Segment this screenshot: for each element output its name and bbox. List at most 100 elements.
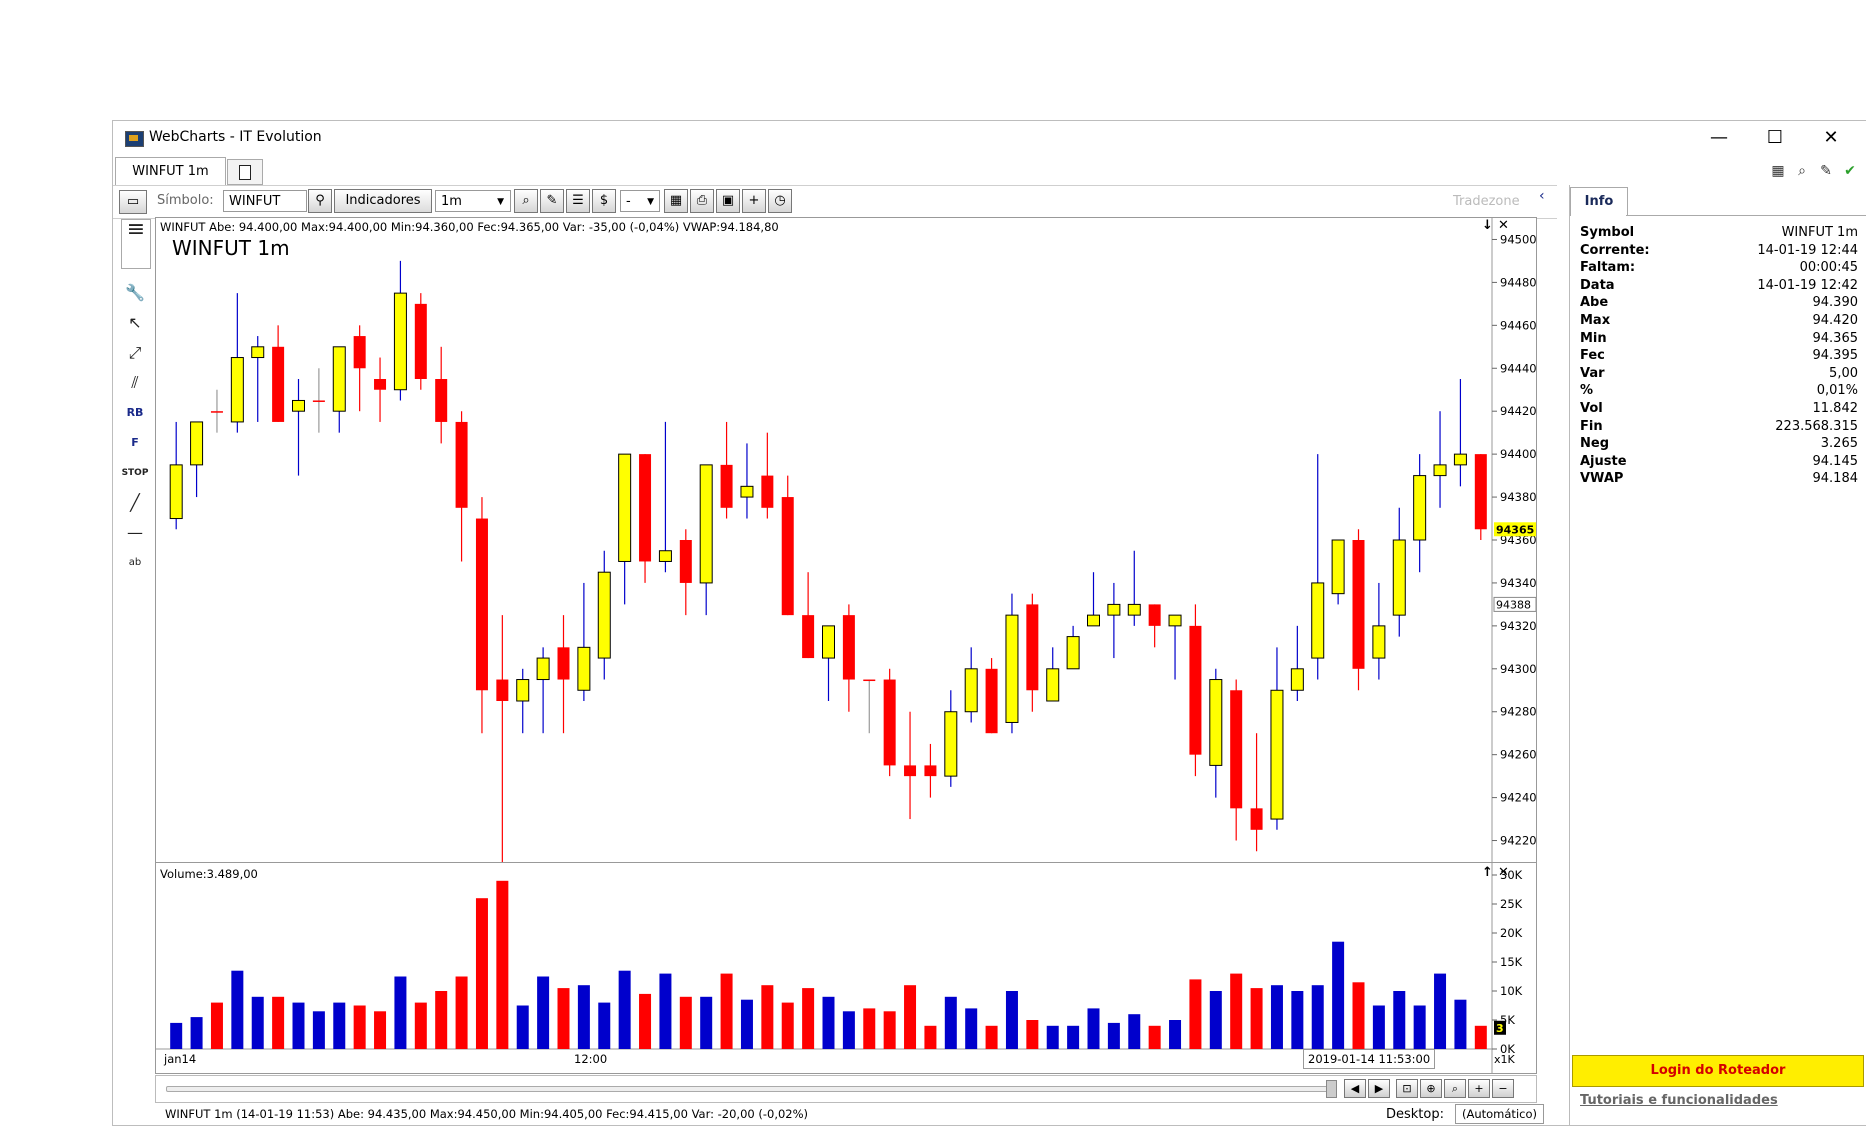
candle-body (924, 765, 937, 777)
horizontal-line-icon[interactable]: — (121, 521, 149, 545)
volume-bar (1454, 999, 1467, 1049)
binoculars-icon[interactable]: ⚲ (308, 189, 332, 213)
zoom-reset-icon[interactable]: ⊡ (1396, 1079, 1418, 1098)
close-button[interactable]: ✕ (1803, 123, 1859, 153)
indicators-button[interactable]: Indicadores (334, 189, 432, 213)
candle-body (496, 679, 509, 701)
candle-body (1433, 464, 1447, 477)
candle-body (455, 421, 468, 508)
y-tick-label: 94380 (1500, 490, 1536, 504)
line-tool-icon[interactable]: ╱ (121, 491, 149, 515)
zoom-in-icon[interactable]: + (1468, 1079, 1490, 1098)
volume-bar (374, 1011, 387, 1049)
candle-body (699, 464, 713, 584)
volume-bar-chart: 0K5K10K15K20K25K30Kjan14 12:00 x1K3 (156, 863, 1523, 1073)
login-button[interactable]: Login do Roteador (1572, 1055, 1864, 1087)
dash-select[interactable]: - ▼ (620, 190, 660, 212)
volume-chart-panel[interactable]: Volume:3.489,00 ↑ ✕ 0K 5K 10K 15K 20K 25K 30K j… (155, 863, 1537, 1074)
time-scrollbar[interactable]: ◀ ▶ ⊡ ⊕ ⌕ + − (155, 1075, 1537, 1103)
maximize-button[interactable]: ☐ (1747, 123, 1803, 153)
info-key: % (1580, 383, 1594, 399)
volume-bar (292, 1002, 305, 1049)
text-tool-icon[interactable]: ab (121, 551, 149, 575)
volume-bar (842, 1011, 855, 1049)
tab-winfut-1m[interactable]: WINFUT 1m (115, 157, 226, 186)
volume-bar (1067, 1025, 1080, 1049)
zoom-fit-icon[interactable]: ⊕ (1420, 1079, 1442, 1098)
y-tick-label: 30K (1500, 868, 1523, 882)
grid-layout-icon[interactable]: ▦ (664, 189, 688, 213)
price-chart-panel[interactable]: WINFUT Abe: 94.400,00 Max:94.400,00 Min:… (155, 217, 1537, 863)
search-chart-icon[interactable]: ⌕ (514, 189, 538, 213)
candle-body (1127, 603, 1141, 616)
volume-bar (353, 1005, 366, 1049)
app-window: WebCharts - IT Evolution — ☐ ✕ WINFUT 1m… (112, 120, 1866, 1126)
crosshair-icon[interactable]: + (742, 189, 766, 213)
volume-bar (659, 973, 672, 1049)
info-row: Fin 223.568.315 (1580, 419, 1858, 436)
info-row: Abe 94.390 (1580, 295, 1858, 312)
info-value: 3.265 (1820, 436, 1858, 452)
info-row: Max 94.420 (1580, 313, 1858, 330)
y-tick-label: 94320 (1500, 619, 1536, 633)
zoom-out-icon[interactable]: − (1492, 1079, 1514, 1098)
info-value: 94.145 (1812, 453, 1859, 469)
info-value: 00:00:45 (1799, 260, 1858, 276)
minimize-button[interactable]: — (1691, 123, 1747, 153)
candle-body (230, 357, 244, 423)
symbol-input[interactable]: WINFUT (223, 190, 307, 212)
info-value: 14-01-19 12:44 (1757, 242, 1858, 258)
volume-bar (618, 970, 631, 1049)
money-icon[interactable]: $ (592, 189, 616, 213)
y-tick-label: 94440 (1500, 361, 1536, 375)
layout-icon[interactable]: ▦ (1769, 163, 1787, 179)
interval-value: 1m (441, 194, 462, 209)
collapse-arrow-icon[interactable]: ‹ (1539, 188, 1545, 204)
candle-body (1148, 604, 1161, 626)
scroll-thumb[interactable] (1326, 1080, 1337, 1098)
tradezone-label[interactable]: Tradezone (1453, 194, 1520, 209)
zoom-page-icon[interactable]: ⌕ (1793, 163, 1811, 179)
stop-tool-icon[interactable]: STOP (121, 461, 149, 485)
scroll-left-icon[interactable]: ◀ (1344, 1079, 1366, 1098)
cursor-icon[interactable]: ↖ (121, 311, 149, 335)
image-export-icon[interactable]: ▣ (716, 189, 740, 213)
tutorials-link[interactable]: Tutoriais e funcionalidades (1580, 1093, 1778, 1108)
volume-bar (190, 1017, 203, 1049)
candle-body (1168, 614, 1182, 627)
scroll-right-icon[interactable]: ▶ (1368, 1079, 1390, 1098)
candle-body (190, 421, 204, 466)
new-tab-icon[interactable] (227, 159, 263, 185)
desktop-select[interactable]: (Automático) (1455, 1104, 1544, 1124)
volume-bar (210, 1002, 223, 1049)
candle-body (169, 464, 183, 520)
wrench-icon[interactable]: 🔧 (121, 281, 149, 305)
clock-icon[interactable]: ◷ (768, 189, 792, 213)
channel-tool-icon[interactable]: ⫽ (121, 371, 149, 395)
volume-bar (822, 996, 835, 1049)
info-value: 94.395 (1812, 348, 1859, 364)
menu-icon[interactable]: ≡ (121, 219, 151, 269)
scroll-track[interactable] (166, 1086, 1333, 1092)
candle-body (863, 679, 876, 682)
interval-select[interactable]: 1m ▼ (435, 190, 511, 212)
info-key: Vol (1580, 401, 1603, 416)
list-icon[interactable]: ☰ (566, 189, 590, 213)
page-edit-icon[interactable]: ✎ (1817, 163, 1835, 179)
candle-body (332, 346, 346, 412)
edit-chart-icon[interactable]: ✎ (540, 189, 564, 213)
volume-bar (1311, 985, 1324, 1049)
date-tooltip: 2019-01-14 11:53:00 (1303, 1049, 1436, 1069)
volume-bar (598, 1002, 611, 1049)
print-icon[interactable]: ⎙ (690, 189, 714, 213)
volume-bar (761, 985, 774, 1049)
fibonacci-tool-icon[interactable]: F (121, 431, 149, 455)
tab-info[interactable]: Info (1570, 187, 1628, 216)
info-row: Ajuste 94.145 (1580, 454, 1858, 471)
zoom-area-icon[interactable]: ⌕ (1444, 1079, 1466, 1098)
volume-bar (537, 976, 550, 1049)
trend-tool-icon[interactable]: ⤢ (121, 341, 149, 365)
volume-bar (944, 996, 957, 1049)
dash-value: - (626, 194, 631, 209)
rb-tool-icon[interactable]: RB (121, 401, 149, 425)
